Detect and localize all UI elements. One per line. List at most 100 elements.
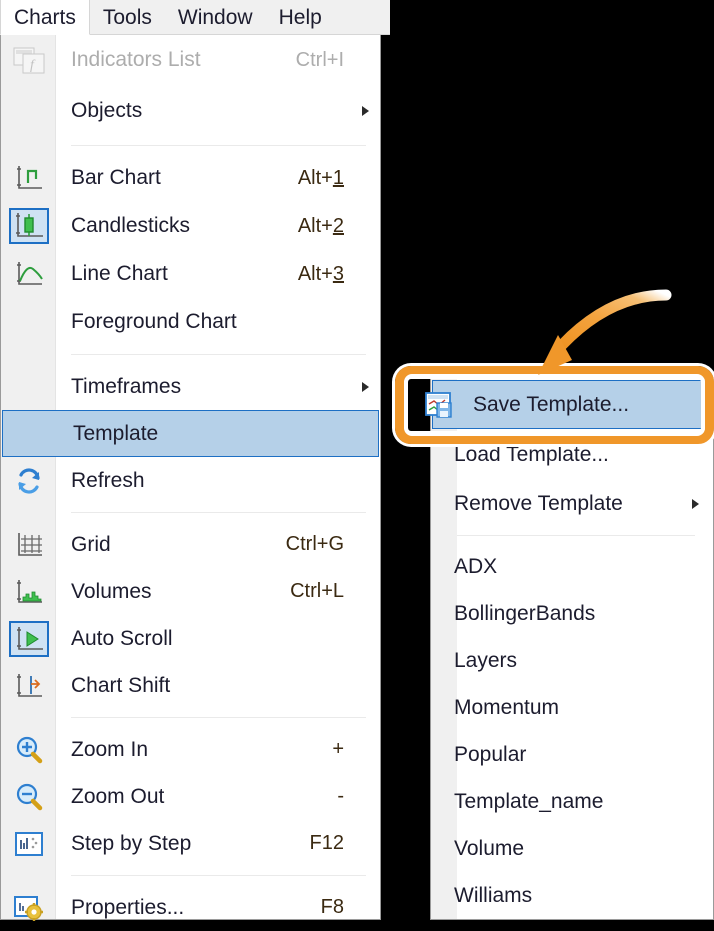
submenu-item-layers[interactable]: Layers [431, 637, 713, 684]
menu-item-zoom-out-accel: - [337, 785, 344, 807]
submenu-item-volume[interactable]: Volume [431, 825, 713, 872]
submenu-item-adx[interactable]: ADX [431, 543, 713, 590]
step-by-step-icon [7, 826, 51, 862]
menu-item-template-label: Template [73, 421, 159, 445]
menu-item-properties[interactable]: Properties... F8 [1, 884, 380, 931]
menubar-item-window-label: Window [177, 5, 253, 29]
menubar-item-charts[interactable]: Charts [0, 0, 90, 35]
menubar-item-window[interactable]: Window [165, 0, 266, 35]
submenu-item-williams[interactable]: Williams [431, 872, 713, 919]
submenu-item-volume-label: Volume [454, 836, 525, 860]
menu-item-indicators-list[interactable]: f Indicators List Ctrl+I [1, 35, 380, 85]
submenu-item-momentum[interactable]: Momentum [431, 684, 713, 731]
save-template-icon [421, 389, 457, 421]
submenu-item-bollingerbands-label: BollingerBands [454, 601, 596, 625]
menu-item-objects[interactable]: Objects [1, 85, 380, 137]
submenu-chevron-right-icon [362, 381, 369, 392]
submenu-item-momentum-label: Momentum [454, 695, 560, 719]
indicators-list-icon: f [7, 42, 51, 78]
menu-item-bar-chart-label: Bar Chart [71, 166, 161, 189]
menu-item-zoom-in-accel: + [332, 738, 344, 760]
menu-item-line-chart-accel: Alt+3 [297, 262, 344, 285]
menu-item-volumes[interactable]: Volumes Ctrl+L [1, 568, 380, 615]
menu-item-zoom-out[interactable]: Zoom Out - [1, 773, 380, 820]
menu-item-candlesticks-label: Candlesticks [71, 214, 191, 237]
submenu-item-remove-template-label: Remove Template [454, 491, 623, 515]
submenu-item-load-template[interactable]: Load Template... [431, 430, 713, 479]
chart-shift-icon [7, 668, 51, 704]
menu-item-objects-label: Objects [71, 99, 143, 122]
menu-separator [71, 354, 366, 355]
menu-item-zoom-out-label: Zoom Out [71, 784, 165, 808]
charts-menu-list: f Indicators List Ctrl+I Objects Bar Cha… [1, 35, 380, 921]
menu-item-properties-accel: F8 [320, 896, 344, 918]
menu-item-timeframes-label: Timeframes [71, 374, 182, 398]
submenu-item-adx-label: ADX [454, 554, 498, 578]
menu-item-step-by-step-label: Step by Step [71, 831, 192, 855]
menu-item-line-chart[interactable]: Line Chart Alt+3 [1, 250, 380, 298]
menu-item-zoom-in[interactable]: Zoom In + [1, 726, 380, 773]
menu-item-grid[interactable]: Grid Ctrl+G [1, 521, 380, 568]
menu-item-bar-chart[interactable]: Bar Chart Alt+1 [1, 154, 380, 202]
menu-item-grid-label: Grid [71, 532, 111, 556]
menu-item-volumes-accel: Ctrl+L [290, 580, 344, 602]
submenu-item-template-name-label: Template_name [454, 789, 604, 813]
screenshot-root: Charts Tools Window Help f Indicators Li… [0, 0, 714, 928]
submenu-item-save-template[interactable]: Save Template... [425, 380, 712, 429]
menu-separator [71, 145, 366, 146]
menu-item-refresh[interactable]: Refresh [1, 457, 380, 504]
zoom-out-icon [7, 779, 51, 815]
menu-item-step-by-step-accel: F12 [309, 832, 344, 854]
menu-item-grid-accel: Ctrl+G [285, 533, 344, 555]
menu-item-candlesticks-accel: Alt+2 [297, 214, 344, 237]
submenu-item-layers-label: Layers [454, 648, 518, 672]
submenu-item-popular[interactable]: Popular [431, 731, 713, 778]
submenu-item-remove-template[interactable]: Remove Template [431, 479, 713, 528]
menu-item-candlesticks[interactable]: Candlesticks Alt+2 [1, 202, 380, 250]
menu-item-template[interactable]: Template [2, 410, 379, 457]
submenu-chevron-right-icon [692, 498, 699, 509]
menu-separator [71, 875, 366, 876]
submenu-item-williams-label: Williams [454, 883, 533, 907]
menubar-item-help[interactable]: Help [266, 0, 335, 35]
menu-separator [71, 717, 366, 718]
menu-item-indicators-list-accel: Ctrl+I [295, 48, 344, 71]
menubar-item-charts-label: Charts [14, 5, 76, 29]
properties-icon [7, 890, 51, 926]
menubar-item-help-label: Help [278, 5, 322, 29]
orange-curved-arrow [538, 289, 672, 375]
menu-item-zoom-in-label: Zoom In [71, 737, 149, 761]
menu-separator [71, 512, 366, 513]
menu-item-indicators-list-label: Indicators List [71, 48, 201, 71]
menu-item-timeframes[interactable]: Timeframes [1, 363, 380, 410]
refresh-icon [7, 463, 51, 499]
line-chart-icon [7, 256, 51, 292]
menu-bar: Charts Tools Window Help [0, 0, 390, 35]
menu-item-auto-scroll-label: Auto Scroll [71, 626, 173, 650]
menu-item-auto-scroll[interactable]: Auto Scroll [1, 615, 380, 662]
menu-item-line-chart-label: Line Chart [71, 262, 168, 285]
menu-item-bar-chart-accel: Alt+1 [297, 166, 344, 189]
bar-chart-icon [7, 160, 51, 196]
grid-icon [7, 527, 51, 563]
menu-item-step-by-step[interactable]: Step by Step F12 [1, 820, 380, 867]
menubar-item-tools[interactable]: Tools [90, 0, 165, 35]
submenu-separator [454, 535, 695, 536]
menu-item-volumes-label: Volumes [71, 579, 152, 603]
menu-item-foreground-chart[interactable]: Foreground Chart [1, 298, 380, 346]
menu-item-chart-shift-label: Chart Shift [71, 673, 171, 697]
submenu-item-load-template-label: Load Template... [454, 442, 609, 466]
menu-item-refresh-label: Refresh [71, 468, 145, 492]
charts-dropdown-menu: f Indicators List Ctrl+I Objects Bar Cha… [0, 35, 381, 921]
submenu-item-template-name[interactable]: Template_name [431, 778, 713, 825]
submenu-item-save-template-label: Save Template... [473, 392, 630, 416]
template-submenu: Save Template... Load Template... Remove… [425, 378, 714, 920]
menu-item-properties-label: Properties... [71, 895, 185, 919]
submenu-chevron-right-icon [362, 106, 369, 116]
menubar-item-tools-label: Tools [102, 5, 152, 29]
menu-item-foreground-chart-label: Foreground Chart [71, 310, 237, 333]
submenu-item-popular-label: Popular [454, 742, 527, 766]
auto-scroll-icon [7, 620, 51, 657]
menu-item-chart-shift[interactable]: Chart Shift [1, 662, 380, 709]
submenu-item-bollingerbands[interactable]: BollingerBands [431, 590, 713, 637]
